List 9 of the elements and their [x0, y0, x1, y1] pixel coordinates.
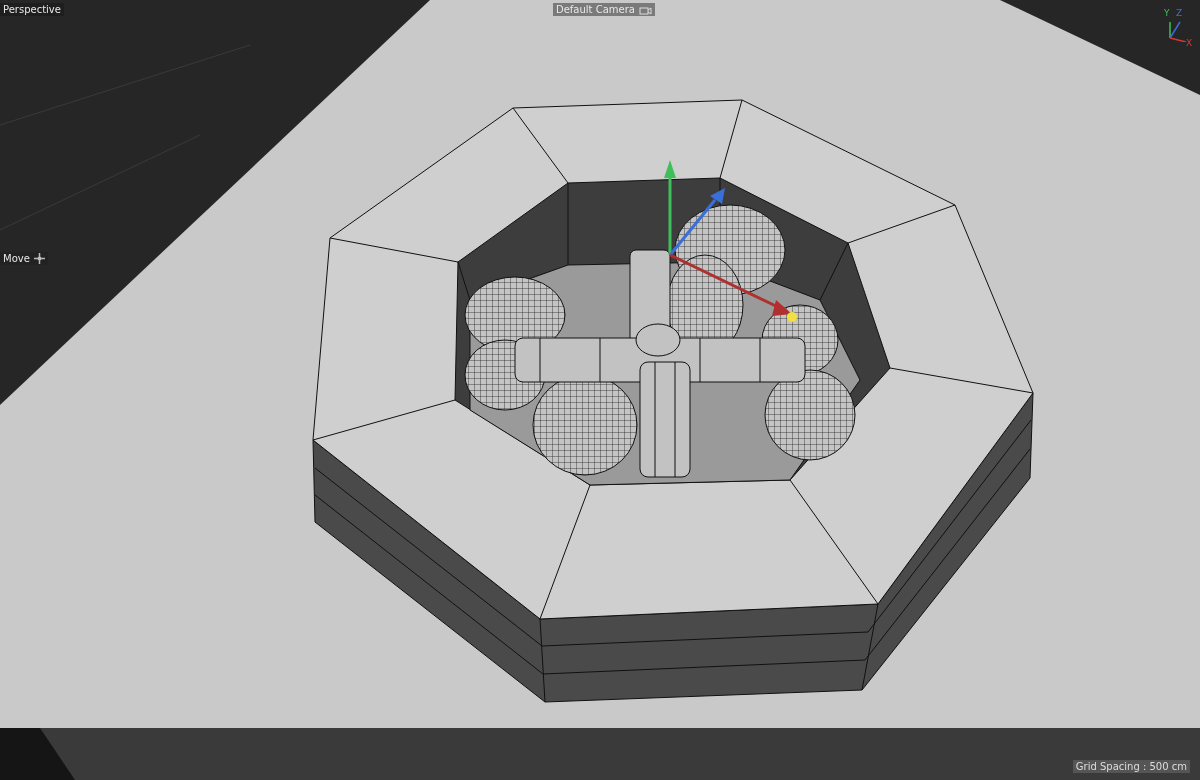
view-name-label[interactable]: Perspective — [0, 3, 64, 16]
axis-label: Z — [1176, 8, 1183, 18]
camera-menu[interactable]: Default Camera — [553, 3, 655, 16]
axis-label: Y — [1164, 8, 1170, 18]
camera-icon — [638, 4, 652, 15]
grid-spacing-label: Grid Spacing : 500 cm — [1072, 760, 1190, 773]
tool-label[interactable]: Move — [0, 252, 48, 265]
axis-label: X — [1186, 38, 1193, 48]
move-icon — [33, 253, 45, 264]
